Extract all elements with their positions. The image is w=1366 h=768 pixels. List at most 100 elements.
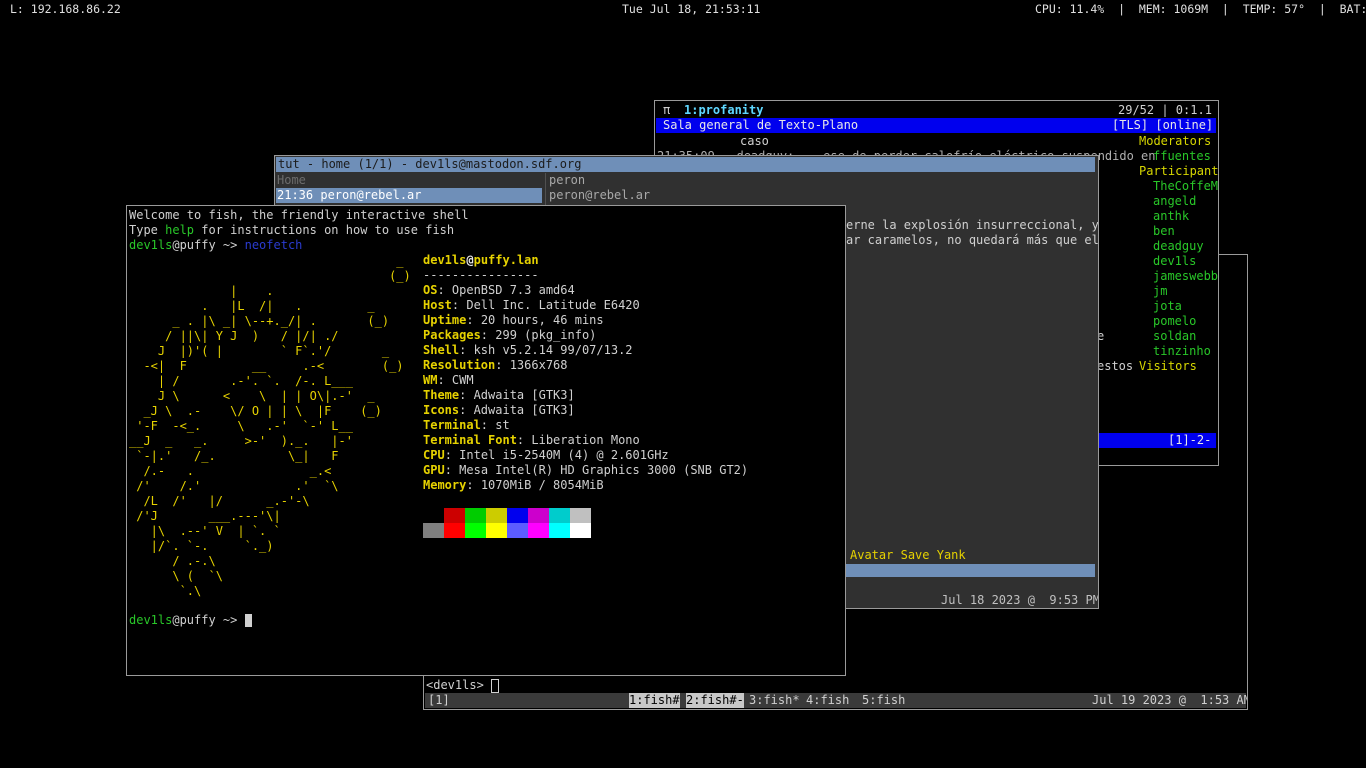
- roster-item[interactable]: jota: [1153, 299, 1182, 314]
- roster-item[interactable]: TheCoffeMaker: [1153, 179, 1218, 194]
- prompt-line[interactable]: dev1ls@puffy ~>: [129, 613, 252, 628]
- room-name: Sala general de Texto-Plano: [663, 118, 859, 132]
- help-keyword: help: [165, 223, 195, 237]
- timeline-item-selected[interactable]: 21:36 peron@rebel.ar: [276, 188, 542, 203]
- roster-item[interactable]: ben: [1153, 224, 1175, 239]
- color-swatch: [486, 508, 507, 523]
- roster-item[interactable]: jameswebb: [1153, 269, 1218, 284]
- yank-command[interactable]: Yank: [937, 548, 966, 562]
- ascii-line: J |)'( | ` F`.'/ _: [129, 344, 390, 358]
- post-text: erne la explosión insurreccional, y: [846, 218, 1099, 232]
- color-swatch: [423, 523, 444, 538]
- ascii-line: / .-.\: [129, 554, 216, 568]
- color-swatch: [507, 523, 528, 538]
- info-resolution: Resolution: 1366x768: [423, 358, 568, 372]
- ascii-line: /.- . _.<: [129, 464, 332, 478]
- color-palette: [423, 508, 591, 538]
- color-swatch: [465, 508, 486, 523]
- roster-item[interactable]: dev1ls: [1153, 254, 1196, 269]
- tmux-tab-4[interactable]: 4:fish: [806, 693, 849, 708]
- roster-item[interactable]: anthk: [1153, 209, 1189, 224]
- ascii-line: /' /.' .' `\: [129, 479, 339, 493]
- info-wm: WM: CWM: [423, 373, 474, 387]
- color-swatch: [444, 508, 465, 523]
- color-swatch: [549, 508, 570, 523]
- ascii-line: _J \ .- \/ O | | \ |F (_): [129, 404, 382, 418]
- tut-clock: Jul 18 2023 @ 9:53 PM: [941, 593, 1099, 607]
- color-swatch: [465, 523, 486, 538]
- ascii-line: |\ .--' V | `. `: [129, 524, 281, 538]
- info-shell: Shell: ksh v5.2.14 99/07/13.2: [423, 343, 633, 357]
- info-terminal: Terminal: st: [423, 418, 510, 432]
- tmux-clock: Jul 19 2023 @ 1:53 AM: [1092, 693, 1248, 707]
- welcome-line: Welcome to fish, the friendly interactiv…: [129, 208, 469, 222]
- command-text: neofetch: [244, 238, 303, 252]
- cursor: [244, 614, 252, 627]
- roster-moderators-header: Moderators: [1139, 134, 1212, 148]
- info-packages: Packages: 299 (pkg_info): [423, 328, 597, 342]
- tmux-tab-1[interactable]: 1:fish#: [629, 693, 680, 708]
- ascii-line: (_): [129, 269, 411, 283]
- tut-commands: Avatar Save Yank: [850, 548, 966, 563]
- chat-message: caso: [740, 134, 769, 148]
- ascii-line: /'J ___.---'\|: [129, 509, 281, 523]
- window-counter: 29/52 | 0:1.1: [1118, 103, 1212, 117]
- color-swatch: [570, 508, 591, 523]
- ascii-line: . |L /| . _: [129, 299, 375, 313]
- ascii-line: __J _ _. >-' )._. |-': [129, 434, 353, 448]
- tab-indicator[interactable]: [1]-2-: [1168, 433, 1211, 448]
- roster-participants-header: Participants: [1139, 164, 1219, 178]
- info-gpu: GPU: Mesa Intel(R) HD Graphics 3000 (SNB…: [423, 463, 749, 477]
- roster-item[interactable]: jm: [1153, 284, 1167, 299]
- color-swatch: [423, 508, 444, 523]
- profanity-title: 1:profanity: [684, 103, 764, 117]
- roster-item[interactable]: pomelo: [1153, 314, 1196, 329]
- info-terminal-font: Terminal Font: Liberation Mono: [423, 433, 640, 447]
- avatar-command[interactable]: Avatar: [850, 548, 893, 562]
- tmux-session: [1]: [428, 693, 450, 707]
- ascii-line: '-F -<_. \ .-' `-' L__: [129, 419, 353, 433]
- tmux-tab-5[interactable]: 5:fish: [862, 693, 905, 708]
- info-theme: Theme: Adwaita [GTK3]: [423, 388, 575, 402]
- ascii-line: | .: [129, 284, 274, 298]
- cursor: [491, 678, 500, 693]
- ascii-line: `-|.' /_. \_| F: [129, 449, 339, 463]
- system-stats: CPU: 11.4% | MEM: 1069M | TEMP: 57° | BA…: [1035, 2, 1366, 16]
- ascii-line: /L /' |/ _.-'-\: [129, 494, 310, 508]
- tmux-tab-2[interactable]: 2:fish#-: [686, 693, 744, 708]
- info-host: Host: Dell Inc. Latitude E6420: [423, 298, 640, 312]
- timeline-title: Home: [277, 173, 306, 187]
- fish-terminal-window[interactable]: Welcome to fish, the friendly interactiv…: [126, 205, 846, 676]
- info-uptime: Uptime: 20 hours, 46 mins: [423, 313, 604, 327]
- ascii-line: -<| F __ .-< (_): [129, 359, 404, 373]
- info-cpu: CPU: Intel i5-2540M (4) @ 2.601GHz: [423, 448, 669, 462]
- tmux-status-bar: [1] 1:fish# 2:fish#- 3:fish* 4:fish 5:fi…: [425, 693, 1248, 708]
- color-swatch: [507, 508, 528, 523]
- ascii-line: `.\: [129, 584, 202, 598]
- tut-input-bar[interactable]: [846, 564, 1095, 577]
- irc-input-line[interactable]: <dev1ls>: [426, 678, 500, 693]
- roster-item[interactable]: soldan: [1153, 329, 1196, 344]
- author-account: peron@rebel.ar: [549, 188, 651, 202]
- room-status: [TLS] [online]: [1112, 118, 1214, 132]
- neofetch-separator: ----------------: [423, 268, 539, 282]
- save-command[interactable]: Save: [901, 548, 930, 562]
- roster-item[interactable]: deadguy: [1153, 239, 1204, 254]
- roster-item[interactable]: tinzinho: [1153, 344, 1211, 359]
- ascii-line: / ||\| Y J ) / |/| ./: [129, 329, 339, 343]
- info-memory: Memory: 1070MiB / 8054MiB: [423, 478, 604, 492]
- chat-fragment: estos: [1097, 359, 1134, 373]
- clock: Tue Jul 18, 21:53:11: [622, 2, 761, 16]
- prompt-line: dev1ls@puffy ~> neofetch: [129, 238, 303, 252]
- color-swatch: [570, 523, 591, 538]
- color-swatch: [528, 508, 549, 523]
- ascii-line: |/`. `-. `._): [129, 539, 274, 553]
- tmux-tab-3[interactable]: 3:fish*: [749, 693, 800, 708]
- ascii-line: _ . |\ _| \--+._/| . (_): [129, 314, 390, 328]
- help-line: Type help for instructions on how to use…: [129, 223, 455, 237]
- tut-header: tut - home (1/1) - dev1ls@mastodon.sdf.o…: [276, 157, 1095, 172]
- roster-item[interactable]: angeld: [1153, 194, 1196, 209]
- color-swatch: [549, 523, 570, 538]
- roster-item[interactable]: ffuentes: [1153, 149, 1211, 164]
- ascii-line: \ ( `\: [129, 569, 223, 583]
